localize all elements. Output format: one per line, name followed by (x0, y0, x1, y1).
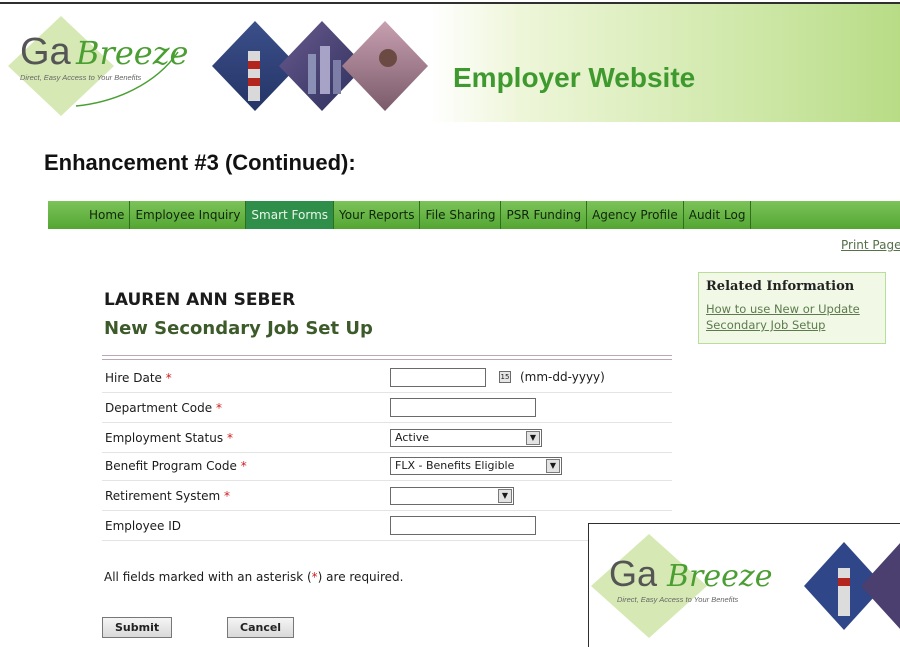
inset-city-diamond (861, 543, 900, 629)
required-fields-note: All fields marked with an asterisk (*) a… (104, 570, 404, 584)
cancel-button[interactable]: Cancel (227, 617, 295, 638)
form-divider (102, 355, 672, 360)
inset-lighthouse-stripe (838, 578, 850, 586)
lighthouse-stripe-1 (248, 61, 260, 69)
city-building-1 (308, 54, 316, 94)
inset-logo-text-breeze: Breeze (666, 559, 772, 594)
required-asterisk: * (240, 459, 247, 473)
benefit-program-code-select[interactable]: FLX - Benefits Eligible ▼ (390, 457, 562, 475)
department-code-label: Department Code * (105, 401, 222, 415)
employment-status-label: Employment Status * (105, 431, 233, 445)
hire-date-input[interactable] (390, 368, 486, 387)
logo-text-ga: Ga (20, 31, 72, 73)
logo-tagline: Direct, Easy Access to Your Benefits (20, 73, 142, 82)
employee-id-input[interactable] (390, 516, 536, 535)
required-asterisk: * (215, 401, 222, 415)
department-code-input[interactable] (390, 398, 536, 417)
retirement-system-select[interactable]: ▼ (390, 487, 514, 505)
inset-lighthouse-tower (838, 568, 850, 616)
row-hire-date: Hire Date * 15 (mm-dd-yyyy) (102, 364, 672, 393)
row-department-code: Department Code * (102, 394, 672, 423)
nav-smart-forms[interactable]: Smart Forms (246, 201, 335, 229)
person-silhouette (379, 49, 397, 67)
city-building-3 (333, 60, 341, 94)
calendar-icon[interactable]: 15 (499, 371, 511, 383)
inset-logo-tagline: Direct, Easy Access to Your Benefits (617, 595, 739, 604)
secondary-job-help-link[interactable]: How to use New or Update Secondary Job S… (706, 301, 878, 333)
inset-logo-text-ga: Ga (609, 553, 658, 594)
nav-home[interactable]: Home (84, 201, 131, 229)
nav-file-sharing[interactable]: File Sharing (420, 201, 502, 229)
employee-id-label: Employee ID (105, 519, 182, 533)
submit-button[interactable]: Submit (102, 617, 173, 638)
nav-audit-log[interactable]: Audit Log (684, 201, 752, 229)
related-information-box: Related Information How to use New or Up… (698, 272, 886, 344)
header-photo-diamonds (212, 21, 428, 111)
dropdown-arrow-icon[interactable]: ▼ (498, 489, 512, 503)
row-benefit-program-code: Benefit Program Code * FLX - Benefits El… (102, 452, 672, 481)
benefit-program-code-label: Benefit Program Code * (105, 459, 247, 473)
nav-your-reports[interactable]: Your Reports (334, 201, 421, 229)
required-asterisk: * (224, 489, 231, 503)
row-employment-status: Employment Status * Active ▼ (102, 424, 672, 453)
form-title: New Secondary Job Set Up (104, 318, 373, 339)
retirement-system-label: Retirement System * (105, 489, 231, 503)
lighthouse-tower (248, 51, 260, 101)
required-asterisk: * (226, 431, 233, 445)
nav-psr-funding[interactable]: PSR Funding (501, 201, 588, 229)
gabreeze-logo[interactable]: Ga Breeze Direct, Easy Access to Your Be… (6, 14, 206, 119)
city-building-2 (320, 46, 330, 94)
print-page-link[interactable]: Print Page (841, 238, 900, 252)
hire-date-label: Hire Date * (105, 371, 172, 385)
benefit-program-code-value: FLX - Benefits Eligible (395, 459, 515, 472)
related-information-title: Related Information (706, 279, 855, 294)
employment-status-value: Active (395, 431, 430, 444)
date-format-hint: (mm-dd-yyyy) (520, 370, 605, 384)
site-banner: Ga Breeze Direct, Easy Access to Your Be… (0, 4, 900, 122)
nav-agency-profile[interactable]: Agency Profile (587, 201, 684, 229)
nav-employee-inquiry[interactable]: Employee Inquiry (130, 201, 247, 229)
dropdown-arrow-icon[interactable]: ▼ (526, 431, 540, 445)
employment-status-select[interactable]: Active ▼ (390, 429, 542, 447)
site-title: Employer Website (453, 62, 696, 93)
dropdown-arrow-icon[interactable]: ▼ (546, 459, 560, 473)
main-nav: Home Employee Inquiry Smart Forms Your R… (48, 201, 900, 229)
inset-logo-graphic: Ga Breeze Direct, Easy Access to Your Be… (591, 534, 900, 638)
page-heading: Enhancement #3 (Continued): (44, 150, 356, 175)
row-employee-id: Employee ID (102, 512, 672, 541)
inset-logo-thumbnail: Ga Breeze Direct, Easy Access to Your Be… (588, 523, 900, 647)
row-retirement-system: Retirement System * ▼ (102, 482, 672, 511)
employee-name: LAUREN ANN SEBER (104, 290, 296, 310)
required-asterisk: * (165, 371, 172, 385)
logo-text-breeze: Breeze (75, 34, 188, 72)
lighthouse-stripe-2 (248, 78, 260, 86)
